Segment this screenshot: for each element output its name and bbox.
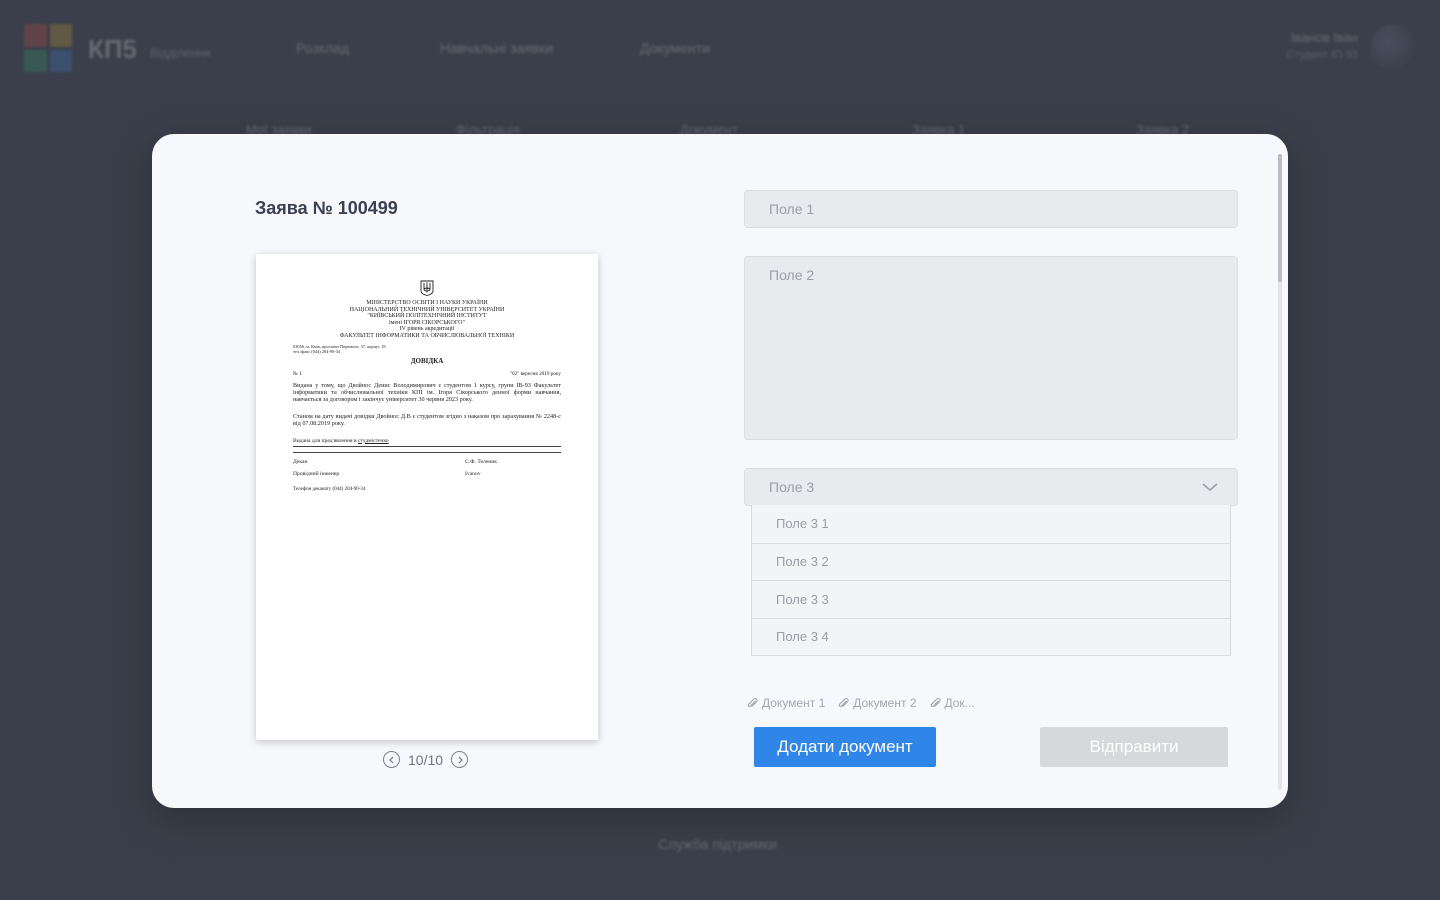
doc-sign-name: С.Ф. Теленик <box>465 458 498 465</box>
trident-emblem-icon <box>420 280 434 296</box>
doc-address-line: тел./факс (044) 204-90-34 <box>293 348 341 354</box>
doc-signature-row: Провідний інженер Ivanov <box>293 471 561 477</box>
attachment-name: Документ 2 <box>853 696 917 710</box>
field-3-options: Поле 3 1 Поле 3 2 Поле 3 3 Поле 3 4 <box>751 505 1231 656</box>
user-block: Іванов Іван Студент ІП-93 <box>1286 30 1358 61</box>
paperclip-icon <box>930 697 941 707</box>
attachment-name: Документ 1 <box>762 696 826 710</box>
doc-presented-value: студмістечко <box>358 437 389 444</box>
field-1-wrapper <box>744 190 1238 228</box>
nav-item-requests: Навчальні заявки <box>440 40 554 56</box>
user-name: Іванов Іван <box>1290 30 1358 45</box>
document-page: МІНІСТЕРСТВО ОСВІТИ І НАУКИ УКРАЇНИ НАЦІ… <box>293 280 561 492</box>
field-2-textarea[interactable] <box>745 257 1237 439</box>
doc-sign-name: Ivanov <box>465 470 481 477</box>
doc-paragraph: Видана у тому, що Двойнос Денис Володими… <box>293 381 561 404</box>
doc-sign-role: Провідний інженер <box>293 470 340 477</box>
doc-address: 03056, м. Київ, проспект Перемоги, 37, к… <box>293 344 561 354</box>
doc-signature-row: Декан С.Ф. Теленик <box>293 459 561 465</box>
doc-paragraph: Станом на дату видачі довідки Двойнос Д.… <box>293 412 561 428</box>
doc-phone: Телефон деканату (044) 204-90-34 <box>293 486 366 492</box>
doc-date: "02" вересня 2019 року <box>509 370 561 377</box>
field-3-option[interactable]: Поле 3 4 <box>752 617 1230 656</box>
attachment-item[interactable]: Документ 1 <box>746 696 825 710</box>
doc-heading: ДОВІДКА <box>410 356 444 365</box>
field-3-value: Поле 3 <box>769 479 815 495</box>
attachments-list: Документ 1 Документ 2 Док... <box>746 696 975 710</box>
request-modal: Заява № 100499 МІНІСТЕРСТВО ОСВІТИ І НАУ… <box>152 134 1288 808</box>
field-3-option[interactable]: Поле 3 1 <box>752 505 1230 543</box>
doc-number-line: № 1 "02" вересня 2019 року <box>293 371 561 377</box>
chevron-right-icon <box>458 756 463 763</box>
brand-name: КП5 <box>88 34 138 64</box>
document-pager: 10/10 <box>383 751 469 768</box>
send-button[interactable]: Відправити <box>1040 727 1228 767</box>
document-header: МІНІСТЕРСТВО ОСВІТИ І НАУКИ УКРАЇНИ НАЦІ… <box>293 300 561 340</box>
doc-header-line: IV рівень акредитації <box>399 326 455 333</box>
doc-presented-line: Видана для пред'явлення в студмістечко <box>293 438 561 447</box>
modal-scrollbar[interactable] <box>1278 154 1282 790</box>
add-document-button[interactable]: Додати документ <box>754 727 936 767</box>
doc-number: № 1 <box>293 370 302 377</box>
field-3-select[interactable]: Поле 3 <box>744 468 1238 506</box>
modal-title: Заява № 100499 <box>255 198 398 218</box>
scrollbar-thumb[interactable] <box>1278 154 1282 282</box>
page-indicator: 10/10 <box>408 751 444 768</box>
field-1-input[interactable] <box>745 191 1237 227</box>
user-role: Студент ІП-93 <box>1286 49 1358 61</box>
doc-header-line: ФАКУЛЬТЕТ ІНФОРМАТИКИ ТА ОБЧИСЛЮВАЛЬНОЇ … <box>339 332 515 339</box>
brand-subtitle: Відділення <box>150 46 211 60</box>
prev-page-button[interactable] <box>383 751 400 768</box>
doc-header-line: імені ІГОРЯ СІКОРСЬКОГО" <box>389 319 465 326</box>
paperclip-icon <box>838 697 849 707</box>
support-link: Служба підтримки <box>658 836 777 852</box>
field-2-wrapper <box>744 256 1238 440</box>
nav-item-schedule: Розклад <box>296 40 350 56</box>
paperclip-icon <box>747 697 758 707</box>
chevron-down-icon <box>1202 483 1218 491</box>
doc-sign-role: Декан <box>293 458 308 465</box>
attachment-name: Док... <box>944 696 975 710</box>
doc-presented-label: Видана для пред'явлення в <box>293 437 357 444</box>
nav-item-documents: Документи <box>640 40 710 56</box>
next-page-button[interactable] <box>451 751 469 768</box>
attachment-item[interactable]: Док... <box>929 696 975 710</box>
doc-rule <box>293 447 561 453</box>
attachment-item[interactable]: Документ 2 <box>837 696 917 710</box>
field-3-option[interactable]: Поле 3 3 <box>752 580 1230 618</box>
doc-header-line: МІНІСТЕРСТВО ОСВІТИ І НАУКИ УКРАЇНИ <box>366 300 488 306</box>
avatar <box>1370 24 1416 70</box>
doc-header-line: "КИЇВСЬКИЙ ПОЛІТЕХНІЧНИЙ ІНСТИТУТ <box>367 313 487 320</box>
field-3-option[interactable]: Поле 3 2 <box>752 542 1230 581</box>
app-logo <box>24 24 72 72</box>
chevron-left-icon <box>388 756 393 763</box>
document-preview: МІНІСТЕРСТВО ОСВІТИ І НАУКИ УКРАЇНИ НАЦІ… <box>256 254 598 740</box>
